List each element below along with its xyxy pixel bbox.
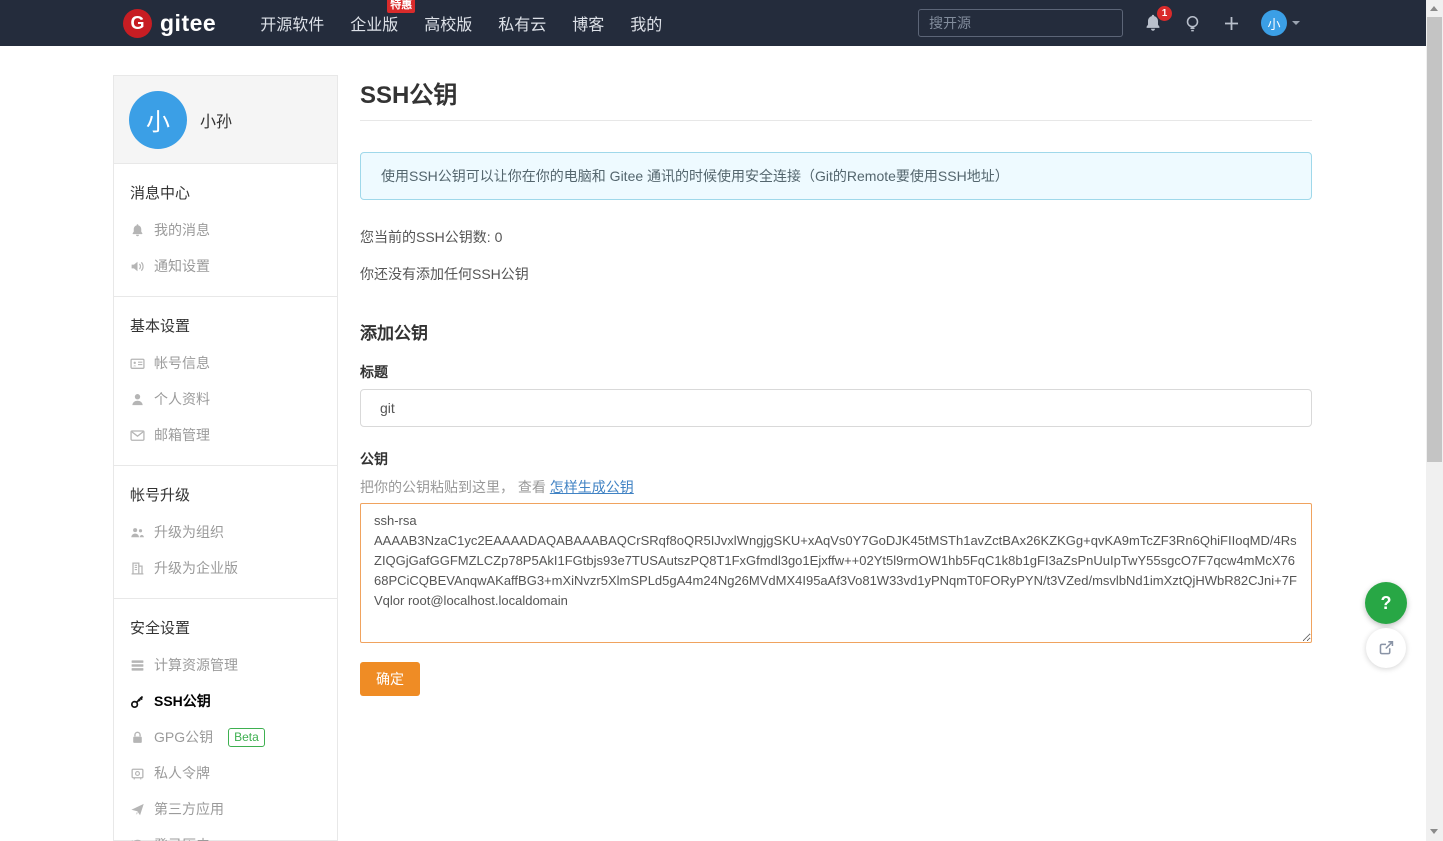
sidebar-section-messages: 消息中心 我的消息 通知设置: [114, 164, 337, 296]
section-title: 安全设置: [130, 620, 191, 637]
sidebar-item-gpg-keys[interactable]: GPG公钥 Beta: [114, 719, 337, 755]
nav-item-blog[interactable]: 博客: [572, 11, 604, 35]
speaker-icon: [130, 259, 145, 274]
nav-item-opensource[interactable]: 开源软件: [260, 11, 324, 35]
chevron-down-icon: [1292, 21, 1300, 25]
primary-nav: 开源软件 企业版 特惠 高校版 私有云 博客 我的: [260, 0, 662, 35]
ideas-button[interactable]: [1183, 14, 1202, 33]
page-scrollbar[interactable]: [1426, 0, 1443, 841]
sidebar-item-login-history[interactable]: 登录历史: [114, 827, 337, 841]
token-icon: [130, 766, 145, 781]
sidebar-item-label: 第三方应用: [154, 801, 224, 817]
gitee-logo[interactable]: G gitee: [123, 8, 217, 38]
key-label: 公钥: [360, 451, 388, 467]
section-title: 基本设置: [130, 318, 191, 335]
key-count-text: 您当前的SSH公钥数: 0: [360, 229, 503, 245]
sidebar-item-label: GPG公钥: [154, 729, 214, 745]
sidebar-item-account-info[interactable]: 帐号信息: [114, 345, 337, 381]
scroll-up-arrow[interactable]: [1430, 6, 1438, 11]
page-title: SSH公钥: [360, 70, 1312, 121]
scrollbar-thumb[interactable]: [1427, 17, 1442, 462]
sidebar-item-label: 帐号信息: [154, 355, 210, 371]
sidebar-item-label: 私人令牌: [154, 765, 210, 781]
confirm-button[interactable]: 确定: [360, 662, 420, 696]
sidebar-item-email-management[interactable]: 邮箱管理: [114, 417, 337, 453]
sidebar-item-notification-settings[interactable]: 通知设置: [114, 248, 337, 284]
key-icon: [130, 694, 145, 709]
sidebar-item-label: 计算资源管理: [154, 657, 238, 673]
search-box: [918, 9, 1123, 37]
user-icon: [130, 392, 145, 407]
bulb-icon: [1186, 15, 1199, 31]
plus-icon: [1224, 16, 1239, 30]
section-title: 消息中心: [130, 185, 191, 202]
public-key-textarea[interactable]: ssh-rsa AAAAB3NzaC1yc2EAAAADAQABAAABAQCr…: [360, 503, 1312, 643]
sidebar-item-label: 个人资料: [154, 391, 210, 407]
nav-item-mine[interactable]: 我的: [630, 11, 662, 35]
sidebar-item-upgrade-to-enterprise[interactable]: 升级为企业版: [114, 550, 337, 586]
group-icon: [130, 525, 145, 540]
nav-item-education[interactable]: 高校版: [424, 11, 472, 35]
key-help-text: 把你的公钥粘贴到这里， 查看 怎样生成公钥: [360, 477, 1312, 497]
history-icon: [130, 838, 145, 841]
settings-sidebar: 小 小孙 消息中心 我的消息 通知设置 基本设置 帐号信息 个人资料 邮箱管理 …: [113, 75, 338, 841]
sidebar-item-label: 通知设置: [154, 258, 210, 274]
gitee-logo-text: gitee: [160, 9, 217, 36]
sidebar-item-label: 升级为组织: [154, 524, 224, 540]
feedback-button[interactable]: [1366, 628, 1406, 668]
sidebar-item-private-tokens[interactable]: 私人令牌: [114, 755, 337, 791]
sidebar-section-upgrade: 帐号升级 升级为组织 升级为企业版: [114, 465, 337, 598]
scroll-down-arrow[interactable]: [1430, 829, 1438, 834]
navbar-right: 1 小: [918, 6, 1426, 37]
sidebar-item-label: SSH公钥: [154, 693, 211, 709]
sidebar-item-third-party-apps[interactable]: 第三方应用: [114, 791, 337, 827]
bell-icon: [130, 223, 145, 238]
sidebar-section-basic: 基本设置 帐号信息 个人资料 邮箱管理: [114, 296, 337, 465]
username: 小孙: [200, 113, 233, 131]
gitee-logo-icon: G: [123, 8, 152, 38]
help-button[interactable]: ?: [1365, 582, 1407, 624]
key-title-input[interactable]: [360, 389, 1312, 427]
user-menu[interactable]: 小: [1261, 10, 1300, 36]
notifications-button[interactable]: 1: [1143, 6, 1172, 33]
top-navbar: G gitee 开源软件 企业版 特惠 高校版 私有云 博客 我的 1: [0, 0, 1426, 46]
rocket-icon: [130, 802, 145, 817]
beta-badge: Beta: [228, 727, 265, 747]
nav-item-enterprise[interactable]: 企业版 特惠: [350, 0, 416, 35]
sidebar-section-security: 安全设置 计算资源管理 SSH公钥 GPG公钥 Beta 私人令牌 第三方应用: [114, 598, 337, 841]
lock-icon: [130, 730, 145, 745]
key-help-prefix: 把你的公钥粘贴到这里， 查看: [360, 479, 550, 495]
building-icon: [130, 561, 145, 576]
section-title: 帐号升级: [130, 487, 191, 504]
sidebar-item-ssh-keys[interactable]: SSH公钥: [114, 683, 337, 719]
sidebar-item-compute-resources[interactable]: 计算资源管理: [114, 647, 337, 683]
nav-item-private-cloud[interactable]: 私有云: [498, 11, 546, 35]
mail-icon: [130, 428, 145, 443]
avatar[interactable]: 小: [129, 90, 187, 149]
how-to-generate-link[interactable]: 怎样生成公钥: [550, 479, 634, 495]
sidebar-item-label: 邮箱管理: [154, 427, 210, 443]
id-card-icon: [130, 356, 145, 371]
profile-card: 小 小孙: [114, 76, 337, 164]
add-key-heading: 添加公钥: [360, 324, 428, 343]
external-link-icon: [1379, 641, 1394, 655]
server-icon: [130, 658, 145, 673]
notification-count-badge: 1: [1157, 6, 1172, 21]
empty-state-text: 你还没有添加任何SSH公钥: [360, 266, 529, 282]
sidebar-item-my-messages[interactable]: 我的消息: [114, 212, 337, 248]
sidebar-item-upgrade-to-org[interactable]: 升级为组织: [114, 514, 337, 550]
avatar: 小: [1261, 10, 1287, 36]
sidebar-item-label: 我的消息: [154, 222, 210, 238]
main-content: SSH公钥 使用SSH公钥可以让你在你的电脑和 Gitee 通讯的时候使用安全连…: [360, 70, 1312, 696]
sidebar-item-label: 登录历史: [154, 835, 210, 841]
ssh-info-banner: 使用SSH公钥可以让你在你的电脑和 Gitee 通讯的时候使用安全连接（Git的…: [360, 152, 1312, 200]
sidebar-item-profile[interactable]: 个人资料: [114, 381, 337, 417]
nav-item-enterprise-label: 企业版: [350, 17, 399, 34]
promo-badge: 特惠: [387, 0, 416, 13]
create-new-button[interactable]: [1222, 14, 1241, 33]
sidebar-item-label: 升级为企业版: [154, 560, 238, 576]
search-input[interactable]: [918, 9, 1123, 37]
title-label: 标题: [360, 364, 388, 380]
